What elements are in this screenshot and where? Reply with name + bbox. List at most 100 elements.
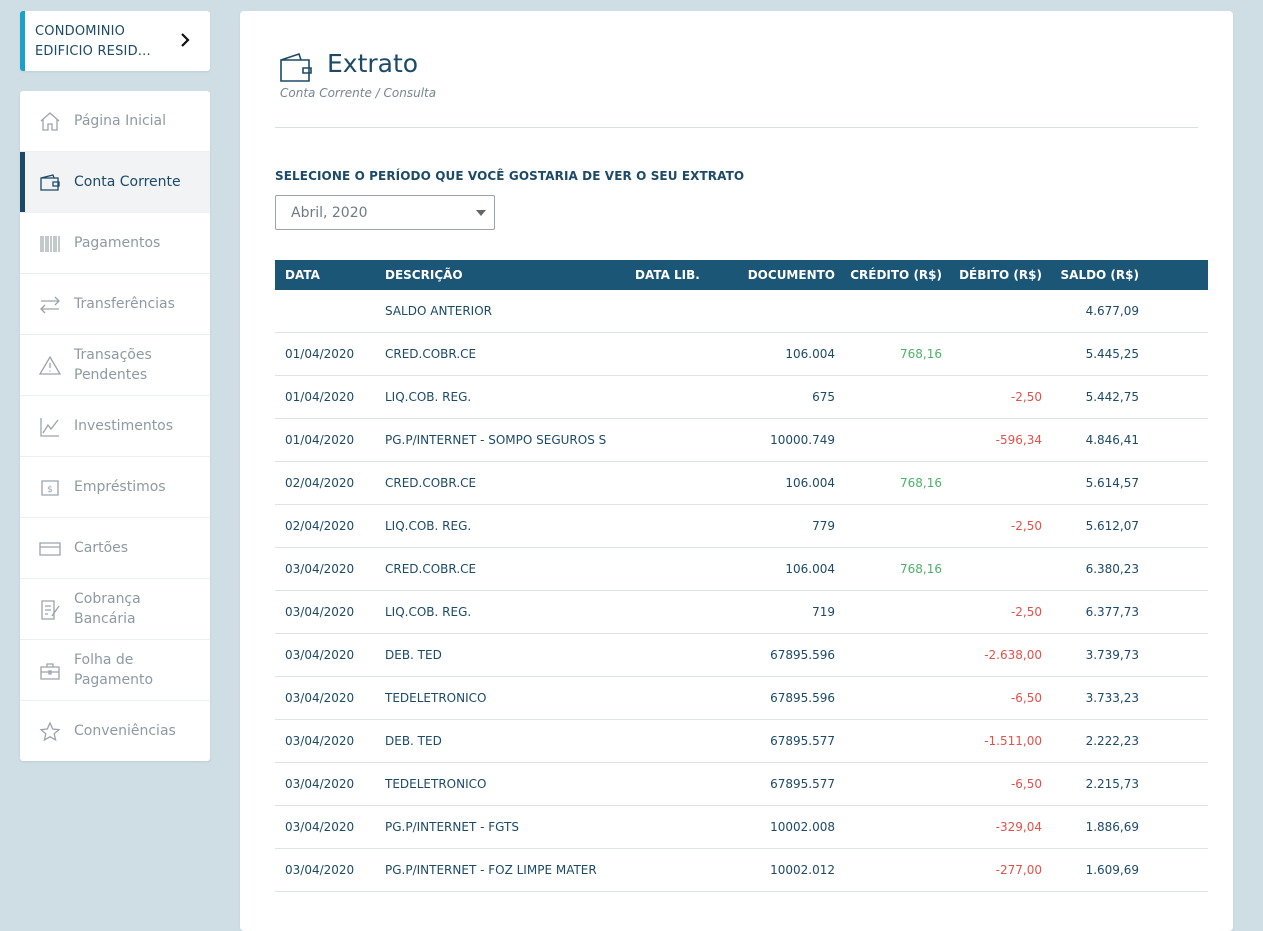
chart-line-icon (40, 418, 59, 437)
cell-balance: 1.886,69 (1042, 805, 1139, 849)
cell-release-date (635, 762, 715, 806)
cell-debit (942, 461, 1042, 505)
cell-credit (835, 590, 942, 634)
cell-credit (835, 719, 942, 763)
column-header-documento: DOCUMENTO (715, 260, 835, 290)
cell-release-date (635, 805, 715, 849)
cell-document: 67895.596 (715, 676, 835, 720)
table-row: 03/04/2020 CRED.COBR.CE 106.004 768,16 6… (275, 547, 1208, 591)
table-row: 03/04/2020 TEDELETRONICO 67895.577 -6,50… (275, 762, 1208, 806)
cell-debit (942, 547, 1042, 591)
cell-date: 03/04/2020 (275, 805, 385, 849)
cell-balance: 6.377,73 (1042, 590, 1139, 634)
cell-date: 03/04/2020 (275, 547, 385, 591)
cell-release-date (635, 590, 715, 634)
column-header-descricao: DESCRIÇÃO (385, 260, 635, 290)
cell-document: 106.004 (715, 547, 835, 591)
sidebar-item-label: Pagamentos (74, 235, 161, 251)
cell-date: 03/04/2020 (275, 848, 385, 892)
cell-description: LIQ.COB. REG. (385, 375, 635, 419)
account-selector[interactable]: CONDOMINIO EDIFICIO RESID... (20, 11, 210, 71)
table-row: 02/04/2020 LIQ.COB. REG. 779 -2,50 5.612… (275, 504, 1208, 548)
cell-debit (942, 332, 1042, 376)
table-row: 02/04/2020 CRED.COBR.CE 106.004 768,16 5… (275, 461, 1208, 505)
cell-description: CRED.COBR.CE (385, 461, 635, 505)
cell-credit (835, 633, 942, 677)
warning-icon (38, 355, 62, 375)
sidebar-item-transacoes-pendentes[interactable]: Transações Pendentes (20, 335, 210, 396)
cell-date: 02/04/2020 (275, 504, 385, 548)
cell-release-date (635, 504, 715, 548)
sidebar-item-label: Página Inicial (74, 113, 167, 129)
cell-debit: -1.511,00 (942, 719, 1042, 763)
sidebar-item-label: Conta Corrente (74, 174, 181, 190)
wallet-icon (40, 174, 60, 191)
cell-date: 03/04/2020 (275, 590, 385, 634)
cell-release-date (635, 375, 715, 419)
cell-description: SALDO ANTERIOR (385, 290, 635, 333)
cell-date: 02/04/2020 (275, 461, 385, 505)
sidebar-item-cobranca-bancaria[interactable]: Cobrança Bancária (20, 579, 210, 640)
svg-text:$: $ (47, 485, 53, 495)
cell-document: 106.004 (715, 332, 835, 376)
cell-description: TEDELETRONICO (385, 676, 635, 720)
star-icon (39, 721, 61, 742)
cell-balance: 5.612,07 (1042, 504, 1139, 548)
cell-debit (942, 290, 1042, 333)
cell-date (275, 290, 385, 333)
table-row: 03/04/2020 PG.P/INTERNET - FGTS 10002.00… (275, 805, 1208, 849)
table-row: 03/04/2020 DEB. TED 67895.596 -2.638,00 … (275, 633, 1208, 677)
cell-credit (835, 805, 942, 849)
cell-balance: 2.222,23 (1042, 719, 1139, 763)
cell-document: 67895.577 (715, 719, 835, 763)
cell-document: 719 (715, 590, 835, 634)
sidebar-item-label: Transações Pendentes (74, 347, 152, 383)
table-row: 01/04/2020 CRED.COBR.CE 106.004 768,16 5… (275, 332, 1208, 376)
cell-debit: -2,50 (942, 504, 1042, 548)
cell-document: 106.004 (715, 461, 835, 505)
period-dropdown[interactable]: Abril, 2020 (275, 195, 495, 230)
home-icon (40, 112, 60, 131)
sidebar-nav: Página Inicial Conta Corrente Pagamentos… (20, 91, 210, 761)
sidebar-item-pagina-inicial[interactable]: Página Inicial (20, 91, 210, 152)
sidebar-item-cartoes[interactable]: Cartões (20, 518, 210, 579)
cell-description: PG.P/INTERNET - SOMPO SEGUROS S (385, 418, 635, 462)
cell-description: CRED.COBR.CE (385, 547, 635, 591)
cell-credit (835, 290, 942, 333)
sidebar-item-label: Conveniências (74, 723, 176, 739)
period-selected-value: Abril, 2020 (291, 205, 368, 221)
sidebar-item-folha-de-pagamento[interactable]: Folha de Pagamento (20, 640, 210, 701)
cell-date: 01/04/2020 (275, 375, 385, 419)
statement-table: DATA DESCRIÇÃO DATA LIB. DOCUMENTO CRÉDI… (275, 260, 1208, 892)
cell-credit: 768,16 (835, 461, 942, 505)
cell-debit: -277,00 (942, 848, 1042, 892)
cell-debit: -596,34 (942, 418, 1042, 462)
cell-balance: 2.215,73 (1042, 762, 1139, 806)
sidebar-item-conveniencias[interactable]: Conveniências (20, 701, 210, 761)
cell-credit (835, 375, 942, 419)
table-header-row: DATA DESCRIÇÃO DATA LIB. DOCUMENTO CRÉDI… (275, 260, 1208, 290)
cell-debit: -6,50 (942, 676, 1042, 720)
account-name: CONDOMINIO EDIFICIO RESID... (35, 24, 151, 59)
sidebar-item-emprestimos[interactable]: $ Empréstimos (20, 457, 210, 518)
cell-balance: 6.380,23 (1042, 547, 1139, 591)
cell-description: CRED.COBR.CE (385, 332, 635, 376)
cell-release-date (635, 719, 715, 763)
cell-description: DEB. TED (385, 633, 635, 677)
sidebar-item-investimentos[interactable]: Investimentos (20, 396, 210, 457)
cell-release-date (635, 848, 715, 892)
sidebar-item-label: Cartões (74, 540, 129, 556)
sidebar-item-conta-corrente[interactable]: Conta Corrente (20, 152, 210, 213)
cell-description: TEDELETRONICO (385, 762, 635, 806)
cell-debit: -2.638,00 (942, 633, 1042, 677)
column-header-data: DATA (275, 260, 385, 290)
cell-document: 10002.012 (715, 848, 835, 892)
cell-credit (835, 848, 942, 892)
sidebar-item-transferencias[interactable]: Transferências (20, 274, 210, 335)
cell-release-date (635, 547, 715, 591)
sidebar-item-pagamentos[interactable]: Pagamentos (20, 213, 210, 274)
cell-debit: -2,50 (942, 375, 1042, 419)
cell-document: 10002.008 (715, 805, 835, 849)
cell-document (715, 290, 835, 333)
cell-balance: 5.442,75 (1042, 375, 1139, 419)
